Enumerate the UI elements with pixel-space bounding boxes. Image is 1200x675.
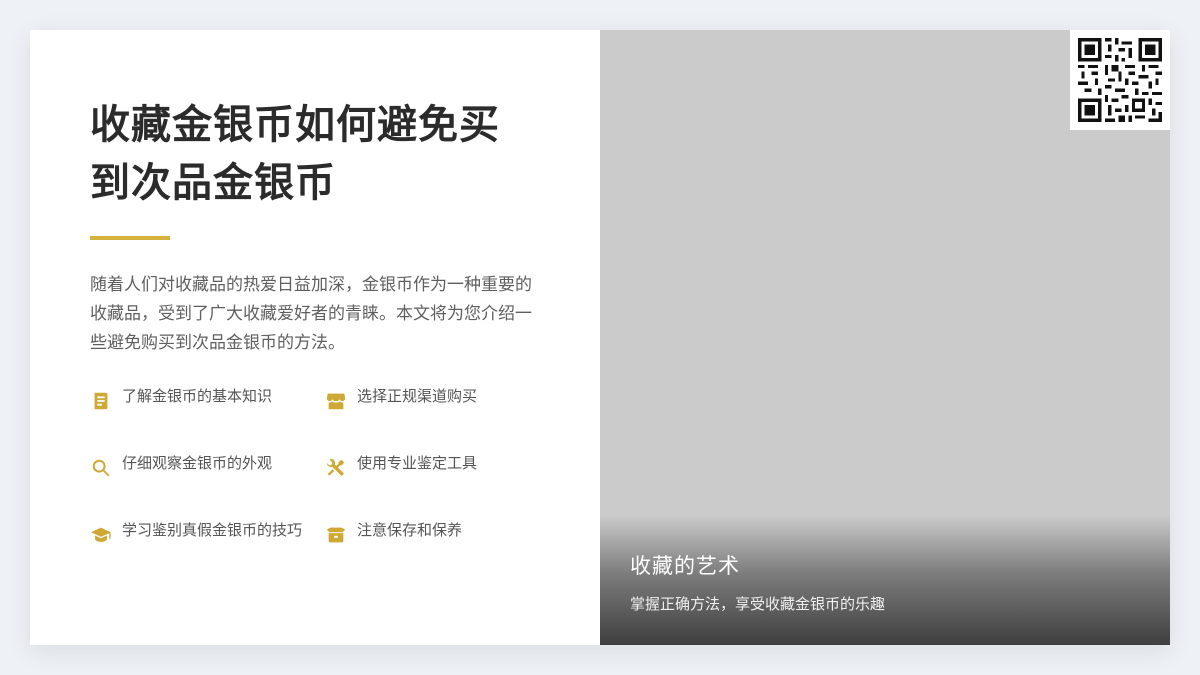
qr-code xyxy=(1070,30,1170,130)
feature-label: 使用专业鉴定工具 xyxy=(357,454,478,472)
feature-label: 了解金银币的基本知识 xyxy=(122,387,273,405)
caption-title: 收藏的艺术 xyxy=(630,554,740,578)
feature-item: 了解金银币的基本知识 xyxy=(90,384,325,451)
feature-item: 仔细观察金银币的外观 xyxy=(90,451,325,518)
feature-label: 选择正规渠道购买 xyxy=(357,387,478,405)
feature-label: 注意保存和保养 xyxy=(357,521,463,539)
title-divider xyxy=(90,236,170,240)
feature-label: 仔细观察金银币的外观 xyxy=(122,454,273,472)
slide-card: 收藏金银币如何避免买到次品金银币 随着人们对收藏品的热爱日益加深，金银币作为一种… xyxy=(30,30,1170,645)
feature-list: 了解金银币的基本知识 选择正规渠道购买 仔细观察金银币的外观 使用专业鉴定工具 … xyxy=(90,384,510,585)
feature-label: 学习鉴别真假金银币的技巧 xyxy=(122,521,303,539)
graduation-cap-icon xyxy=(90,524,112,546)
book-icon xyxy=(90,390,112,412)
page-title: 收藏金银币如何避免买到次品金银币 xyxy=(90,101,500,206)
box-icon xyxy=(325,524,347,546)
caption-gradient xyxy=(600,515,1170,645)
description-text: 随着人们对收藏品的热爱日益加深，金银币作为一种重要的收藏品，受到了广大收藏爱好者… xyxy=(90,275,532,353)
feature-item: 注意保存和保养 xyxy=(325,518,510,585)
search-icon xyxy=(90,457,112,479)
qr-code-image xyxy=(1078,38,1162,122)
store-icon xyxy=(325,390,347,412)
feature-item: 选择正规渠道购买 xyxy=(325,384,510,451)
feature-item: 学习鉴别真假金银币的技巧 xyxy=(90,518,325,585)
caption-subtitle: 掌握正确方法，享受收藏金银币的乐趣 xyxy=(630,595,886,613)
tools-icon xyxy=(325,457,347,479)
feature-item: 使用专业鉴定工具 xyxy=(325,451,510,518)
